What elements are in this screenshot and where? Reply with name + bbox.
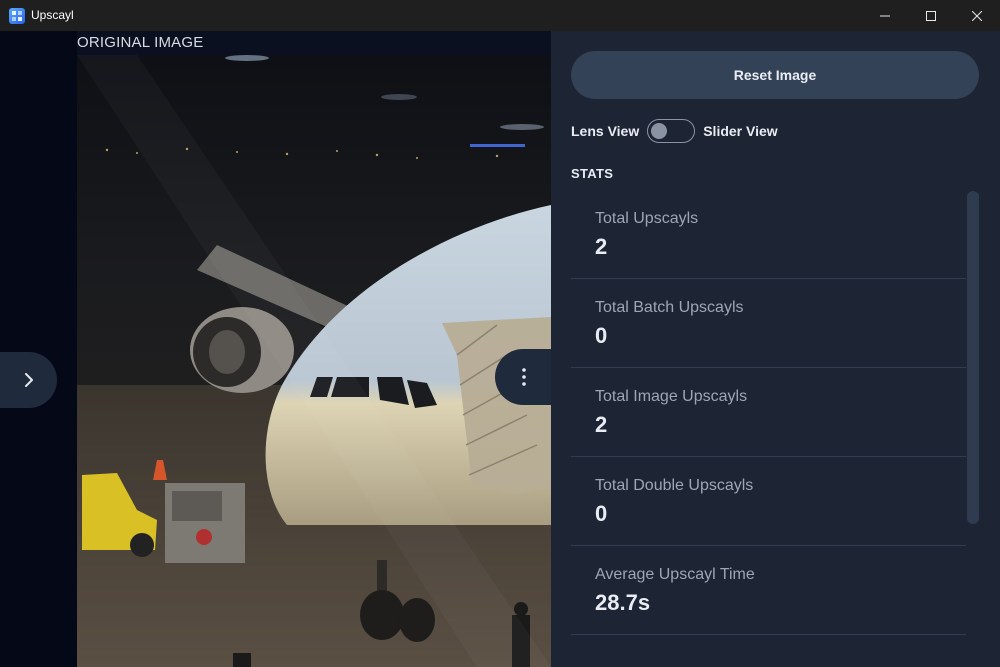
options-panel: Reset Image Lens View Slider View STATS … bbox=[551, 31, 1000, 667]
close-button[interactable] bbox=[954, 0, 1000, 31]
maximize-button[interactable] bbox=[908, 0, 954, 31]
reset-image-button[interactable]: Reset Image bbox=[571, 51, 979, 99]
slider-view-label: Slider View bbox=[703, 123, 778, 139]
stats-scrollbar-thumb[interactable] bbox=[967, 191, 979, 524]
stat-total-image-upscayls: Total Image Upscayls 2 bbox=[571, 368, 966, 457]
stat-total-double-upscayls: Total Double Upscayls 0 bbox=[571, 457, 966, 546]
view-mode-toggle-row: Lens View Slider View bbox=[571, 119, 778, 143]
stat-total-batch-upscayls: Total Batch Upscayls 0 bbox=[571, 279, 966, 368]
vertical-dots-icon bbox=[522, 368, 526, 386]
stat-value: 0 bbox=[595, 501, 608, 526]
left-sidebar-collapsed bbox=[0, 31, 77, 667]
stat-value: 28.7s bbox=[595, 590, 651, 615]
title-bar: Upscayl bbox=[0, 0, 1000, 31]
toggle-knob bbox=[651, 123, 668, 139]
expand-sidebar-button[interactable] bbox=[0, 352, 57, 408]
stat-label: Average Upscayl Time bbox=[595, 566, 755, 583]
lens-view-label: Lens View bbox=[571, 123, 640, 139]
minimize-button[interactable] bbox=[862, 0, 908, 31]
stat-total-upscayls: Total Upscayls 2 bbox=[571, 190, 966, 279]
maximize-icon bbox=[926, 10, 936, 21]
upscayl-logo-icon bbox=[9, 8, 25, 24]
image-preview[interactable]: ORIGINAL IMAGE bbox=[77, 31, 551, 667]
stats-list[interactable]: Total Upscayls 2 Total Batch Upscayls 0 … bbox=[571, 190, 966, 667]
close-icon bbox=[972, 10, 982, 21]
stat-average-upscayl-time: Average Upscayl Time 28.7s bbox=[571, 546, 966, 635]
stats-heading: STATS bbox=[571, 166, 614, 181]
window-title: Upscayl bbox=[31, 8, 74, 22]
minimize-icon bbox=[880, 15, 890, 16]
stat-value: 0 bbox=[595, 323, 608, 348]
airplane-photo bbox=[77, 55, 551, 667]
stat-label: Total Image Upscayls bbox=[595, 388, 748, 405]
view-mode-toggle[interactable] bbox=[647, 119, 696, 143]
original-image-label: ORIGINAL IMAGE bbox=[77, 34, 204, 51]
panel-menu-handle[interactable] bbox=[495, 349, 553, 405]
stat-label: Total Double Upscayls bbox=[595, 477, 754, 494]
stat-value: 2 bbox=[595, 234, 608, 259]
stat-label: Total Upscayls bbox=[595, 210, 699, 227]
chevron-right-icon bbox=[24, 373, 33, 387]
stat-label: Total Batch Upscayls bbox=[595, 299, 744, 316]
stat-value: 2 bbox=[595, 412, 608, 437]
